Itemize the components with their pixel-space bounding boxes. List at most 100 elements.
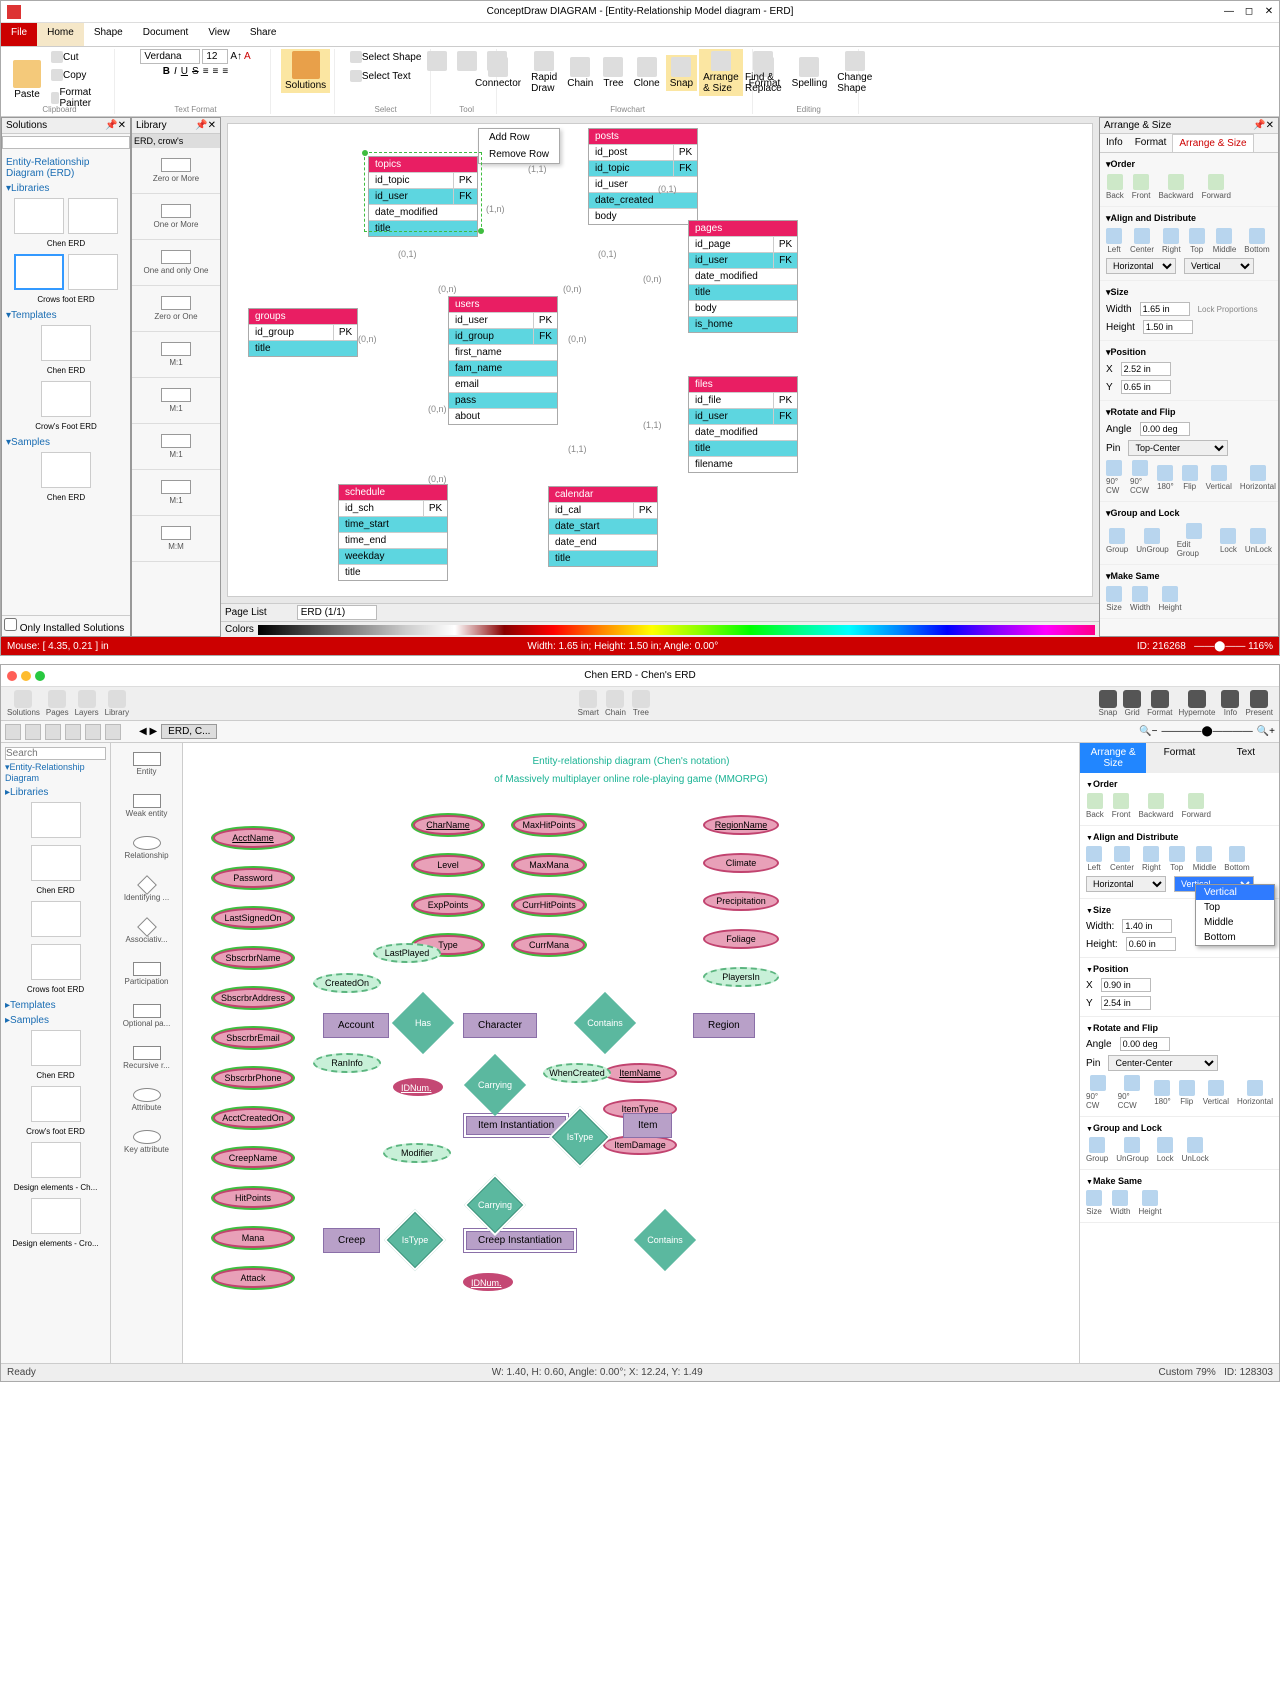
solutions-button[interactable]: Solutions — [281, 49, 330, 93]
attribute-exppoints[interactable]: ExpPoints — [413, 895, 483, 915]
attribute-acctname[interactable]: AcctName — [213, 828, 293, 848]
entity-creep[interactable]: Creep — [323, 1228, 380, 1253]
relationship-istype[interactable]: IsType — [549, 1106, 611, 1168]
attribute-itemdamage[interactable]: ItemDamage — [603, 1135, 677, 1155]
find-replace-button[interactable]: Find & Replace — [741, 49, 786, 96]
attribute-sbscrbremail[interactable]: SbscrbrEmail — [213, 1028, 293, 1048]
relationship-contains[interactable]: Contains — [634, 1209, 696, 1271]
top-button[interactable]: Top — [1169, 846, 1185, 872]
front-button[interactable]: Front — [1132, 174, 1151, 200]
copy-button[interactable]: Copy — [47, 67, 110, 84]
paste-button[interactable]: Paste — [9, 58, 45, 102]
bottom-button[interactable]: Bottom — [1224, 846, 1249, 872]
library-shape[interactable]: Optional pa... — [111, 995, 182, 1037]
dropdown-item[interactable]: Bottom — [1196, 930, 1274, 945]
hypernote-button[interactable]: Hypernote — [1179, 690, 1216, 717]
relationship-carrying[interactable]: Carrying — [464, 1174, 526, 1236]
relationship-istype[interactable]: IsType — [384, 1209, 446, 1271]
lock-button[interactable]: Lock — [1157, 1137, 1174, 1163]
maximize-button[interactable]: ◻ — [1243, 6, 1255, 18]
library-shape[interactable]: Recursive r... — [111, 1037, 182, 1079]
horizontal-button[interactable]: Horizontal — [1237, 1080, 1273, 1106]
canvas[interactable]: Add Row Remove Row topicsid_topicPKid_us… — [227, 123, 1093, 597]
snap-button[interactable]: Snap — [666, 55, 697, 91]
180--button[interactable]: 180° — [1157, 465, 1174, 491]
right-button[interactable]: Right — [1142, 846, 1161, 872]
entity-table-pages[interactable]: pagesid_pagePKid_userFKdate_modifiedtitl… — [688, 220, 798, 333]
font-name-select[interactable] — [140, 49, 200, 64]
thumb[interactable] — [31, 845, 81, 881]
zoom-button[interactable] — [35, 671, 45, 681]
pin-select[interactable]: Top-Center — [1128, 440, 1228, 456]
angle-input[interactable] — [1120, 1037, 1170, 1051]
arrange-size-button[interactable]: Arrange & Size — [699, 49, 743, 96]
library-shape[interactable]: One or More — [132, 194, 220, 240]
solution-root[interactable]: Entity-Relationship Diagram — [5, 760, 106, 785]
tab-info[interactable]: Info — [1100, 134, 1129, 152]
library-shape[interactable]: M:1 — [132, 332, 220, 378]
zoom-slider[interactable]: ——⬤—— — [1194, 641, 1245, 652]
attribute-climate[interactable]: Climate — [703, 853, 779, 873]
add-row-menuitem[interactable]: Add Row — [479, 129, 559, 146]
pin-icon[interactable]: 📌✕ — [105, 120, 126, 131]
90-cw-button[interactable]: 90° CW — [1106, 460, 1122, 495]
menu-home[interactable]: Home — [37, 23, 84, 46]
tab-arrange[interactable]: Arrange & Size — [1080, 743, 1146, 773]
library-shape[interactable]: M:1 — [132, 424, 220, 470]
menu-document[interactable]: Document — [133, 23, 199, 46]
attribute-foliage[interactable]: Foliage — [703, 929, 779, 949]
library-shape[interactable]: Entity — [111, 743, 182, 785]
pin-select[interactable]: Center-Center — [1108, 1055, 1218, 1071]
180--button[interactable]: 180° — [1154, 1080, 1171, 1106]
library-shape[interactable]: One and only One — [132, 240, 220, 286]
attribute-level[interactable]: Level — [413, 855, 483, 875]
middle-button[interactable]: Middle — [1213, 228, 1237, 254]
back-button[interactable]: Back — [1106, 174, 1124, 200]
rect-tool[interactable] — [45, 724, 61, 740]
library-shape[interactable]: Zero or One — [132, 286, 220, 332]
library-shape[interactable]: Participation — [111, 953, 182, 995]
connector-button[interactable]: Connector — [471, 55, 525, 91]
x-input[interactable] — [1101, 978, 1151, 992]
size-button[interactable]: Size — [1106, 586, 1122, 612]
solution-root[interactable]: Entity-Relationship Diagram (ERD) — [6, 155, 126, 181]
zoom-out-icon[interactable]: 🔍− — [1139, 726, 1157, 737]
color-palette[interactable] — [258, 625, 1095, 635]
derived-attr-raninfo[interactable]: RanInfo — [313, 1053, 381, 1073]
library-shape[interactable]: Zero or More — [132, 148, 220, 194]
only-installed-check[interactable] — [4, 618, 17, 631]
width-button[interactable]: Width — [1110, 1190, 1130, 1216]
thumb[interactable] — [31, 802, 81, 838]
thumb[interactable] — [31, 1030, 81, 1066]
vert-select[interactable]: Vertical — [1184, 258, 1254, 274]
entity-table-users[interactable]: usersid_userPKid_groupFKfirst_namefam_na… — [448, 296, 558, 425]
vertical-button[interactable]: Vertical — [1206, 465, 1232, 491]
chain-button[interactable]: Chain — [605, 690, 626, 717]
tpl-thumb[interactable] — [41, 325, 91, 361]
relationship-contains[interactable]: Contains — [574, 992, 636, 1054]
font-color-icon[interactable]: A — [244, 51, 251, 62]
y-input[interactable] — [1101, 996, 1151, 1010]
center-button[interactable]: Center — [1130, 228, 1154, 254]
y-input[interactable] — [1121, 380, 1171, 394]
solutions-button[interactable]: Solutions — [7, 690, 40, 717]
font-size-select[interactable] — [202, 49, 228, 64]
thumb[interactable] — [31, 1142, 81, 1178]
thumb[interactable] — [31, 1198, 81, 1234]
backward-button[interactable]: Backward — [1138, 793, 1173, 819]
attribute-sbscrbrname[interactable]: SbscrbrName — [213, 948, 293, 968]
library-tab[interactable]: ERD, C... — [161, 724, 217, 739]
snap-button[interactable]: Snap — [1098, 690, 1117, 717]
attribute-precipitation[interactable]: Precipitation — [703, 891, 779, 911]
library-shape[interactable]: M:M — [132, 516, 220, 562]
height-input[interactable] — [1126, 937, 1176, 951]
entity-character[interactable]: Character — [463, 1013, 537, 1038]
line-tool[interactable] — [85, 724, 101, 740]
zoom-slider[interactable]: ————⬤———— — [1162, 726, 1253, 737]
select-shape-button[interactable]: Select Shape — [346, 49, 426, 66]
forward-button[interactable]: Forward — [1182, 793, 1211, 819]
attribute-creepname[interactable]: CreepName — [213, 1148, 293, 1168]
clone-button[interactable]: Clone — [630, 55, 664, 91]
attribute-sbscrbrphone[interactable]: SbscrbrPhone — [213, 1068, 293, 1088]
tab-format[interactable]: Format — [1129, 134, 1173, 152]
